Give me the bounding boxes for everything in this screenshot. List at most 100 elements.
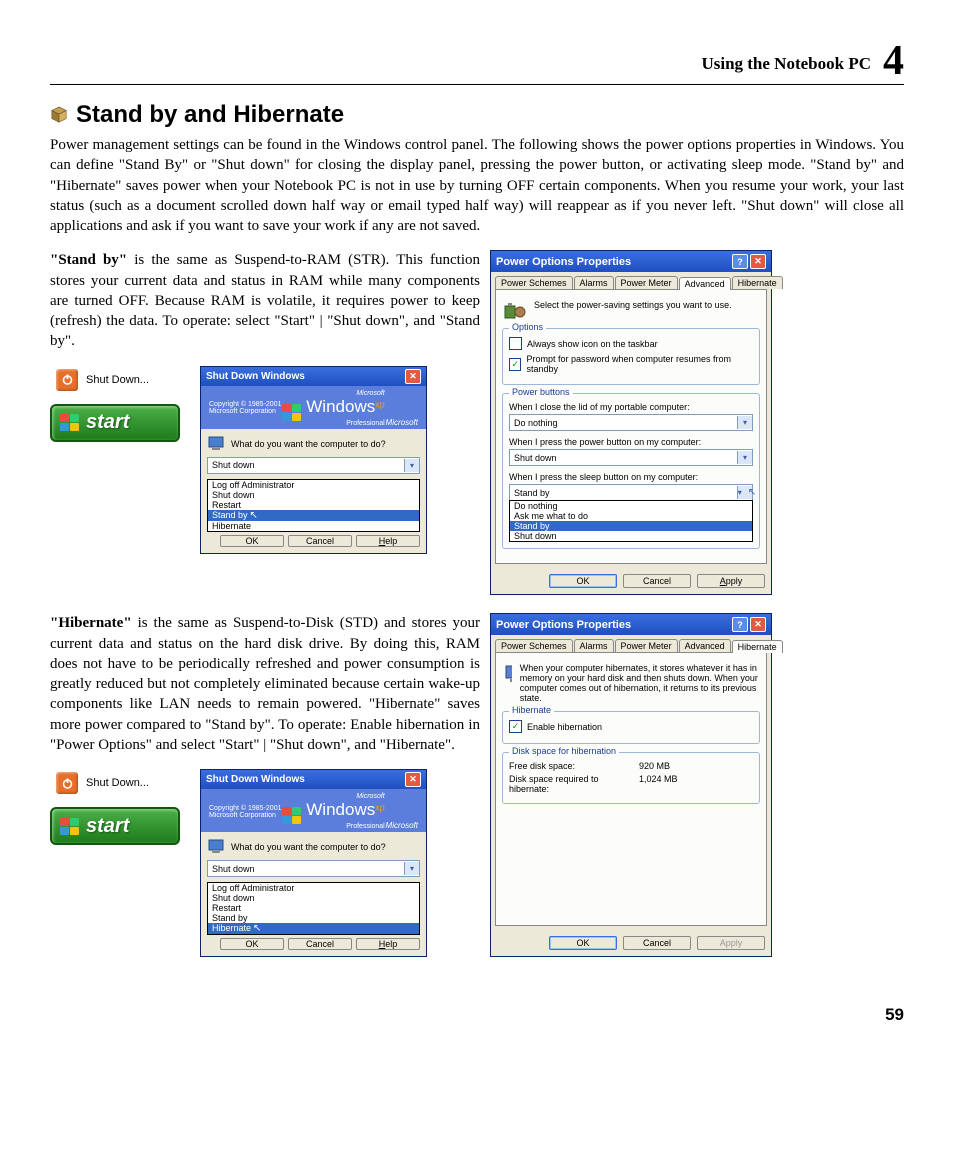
tab-alarms[interactable]: Alarms [574,276,614,289]
chevron-down-icon: ▾ [404,862,419,875]
power-icon [56,772,78,794]
dd-option-highlighted[interactable]: Stand by [510,521,752,531]
header-title: Using the Notebook PC [701,54,871,82]
help-icon[interactable]: ? [732,617,748,632]
tab-advanced[interactable]: Advanced [679,639,731,652]
chapter-number: 4 [883,40,904,82]
close-icon[interactable]: ✕ [750,617,766,632]
lid-dropdown[interactable]: Do nothing ▾ [509,414,753,431]
corp-text: Microsoft Corporation [209,408,281,415]
ok-button[interactable]: OK [220,938,284,950]
package-icon [50,106,68,124]
action-dropdown[interactable]: Shut down ▾ [207,860,420,877]
sleep-button-dropdown[interactable]: Stand by ▾↖ [509,484,753,501]
dd-option[interactable]: Restart [208,500,419,510]
window-titlebar: Power Options Properties ? ✕ [491,251,771,272]
dropdown-value: Shut down [514,453,557,463]
cancel-button[interactable]: Cancel [623,936,691,950]
xp-suffix: xp [375,803,385,813]
sd-question-text: What do you want the computer to do? [231,842,386,852]
tab-power-schemes[interactable]: Power Schemes [495,276,573,289]
panel-description: When your computer hibernates, it stores… [520,663,758,703]
cursor-icon: ↖ [253,923,261,934]
dd-option[interactable]: Shut down [208,490,419,500]
apply-button[interactable]: Apply [697,574,765,588]
sd-question-text: What do you want the computer to do? [231,439,386,449]
checkbox-password-prompt[interactable]: ✓ [509,358,521,371]
sleep-dropdown-list[interactable]: Do nothing Ask me what to do Stand by Sh… [509,500,753,542]
cancel-button[interactable]: Cancel [288,535,352,547]
tab-hibernate[interactable]: Hibernate [732,640,783,653]
ok-button[interactable]: OK [549,936,617,950]
help-icon[interactable]: ? [732,254,748,269]
dd-option-highlighted[interactable]: Hibernate↖ [208,923,419,934]
tab-power-schemes[interactable]: Power Schemes [495,639,573,652]
checkbox-taskbar-icon[interactable] [509,337,522,350]
checkbox-enable-hibernation[interactable]: ✓ [509,720,522,733]
cancel-button[interactable]: Cancel [623,574,691,588]
tab-power-meter[interactable]: Power Meter [615,276,678,289]
shutdown-menu-item[interactable]: Shut Down... [50,769,180,797]
start-label: start [86,815,129,838]
hibernate-groupbox: Hibernate ✓ Enable hibernation [502,711,760,744]
dd-option[interactable]: Shut down [510,531,752,541]
dd-option[interactable]: Stand by [208,913,419,923]
tab-strip: Power Schemes Alarms Power Meter Advance… [491,272,771,289]
dd-option[interactable]: Do nothing [510,501,752,511]
power-button-label: When I press the power button on my comp… [509,437,753,447]
battery-gear-icon [504,300,526,320]
lid-label: When I close the lid of my portable comp… [509,402,753,412]
power-buttons-groupbox: Power buttons When I close the lid of my… [502,393,760,549]
hibernate-paragraph: "Hibernate" is the same as Suspend-to-Di… [50,613,480,755]
shutdown-menu-item[interactable]: Shut Down... [50,366,180,394]
action-dropdown[interactable]: Shut down ▾ [207,457,420,474]
shutdown-label: Shut Down... [86,374,149,386]
dropdown-list[interactable]: Log off Administrator Shut down Restart … [207,479,420,532]
dropdown-list[interactable]: Log off Administrator Shut down Restart … [207,882,420,935]
dd-option[interactable]: Hibernate [208,521,419,531]
close-icon[interactable]: ✕ [405,772,421,787]
windows-word: Windows [306,800,375,819]
windows-flag-icon [60,414,80,431]
microsoft-text: Microsoft [282,793,384,800]
apply-button[interactable]: Apply [697,936,765,950]
tab-power-meter[interactable]: Power Meter [615,639,678,652]
power-button-dropdown[interactable]: Shut down ▾ [509,449,753,466]
dd-option-highlighted[interactable]: Stand by↖ [208,510,419,521]
standby-bold: "Stand by" [50,252,127,268]
dialog-title: Shut Down Windows [206,371,305,382]
sleep-button-label: When I press the sleep button on my comp… [509,472,753,482]
start-button[interactable]: start [50,807,180,845]
ms-text: Microsoft [386,418,418,427]
tab-strip: Power Schemes Alarms Power Meter Advance… [491,635,771,652]
dropdown-value: Do nothing [514,418,558,428]
ms-text: Microsoft [386,821,418,830]
close-icon[interactable]: ✕ [750,254,766,269]
dd-option[interactable]: Log off Administrator [208,480,419,490]
hibernate-icon [504,663,512,685]
dd-option[interactable]: Ask me what to do [510,511,752,521]
cancel-button[interactable]: Cancel [288,938,352,950]
start-button[interactable]: start [50,404,180,442]
standby-paragraph: "Stand by" is the same as Suspend-to-RAM… [50,250,480,351]
page-number: 59 [50,1005,904,1025]
ok-button[interactable]: OK [549,574,617,588]
close-icon[interactable]: ✕ [405,369,421,384]
section-title: Stand by and Hibernate [76,101,344,129]
windows-word: Windows [306,397,375,416]
help-button[interactable]: Help [356,535,420,547]
tab-hibernate[interactable]: Hibernate [732,276,783,289]
intro-paragraph: Power management settings can be found i… [50,135,904,236]
window-title: Power Options Properties [496,256,631,268]
dropdown-value: Shut down [212,460,255,470]
dd-option[interactable]: Shut down [208,893,419,903]
dd-option[interactable]: Restart [208,903,419,913]
ok-button[interactable]: OK [220,535,284,547]
required-space-label: Disk space required to hibernate: [509,774,639,794]
edition-text: Professional [282,420,384,427]
start-label: start [86,411,129,434]
dd-option[interactable]: Log off Administrator [208,883,419,893]
tab-advanced[interactable]: Advanced [679,277,731,290]
tab-alarms[interactable]: Alarms [574,639,614,652]
help-button[interactable]: Help [356,938,420,950]
